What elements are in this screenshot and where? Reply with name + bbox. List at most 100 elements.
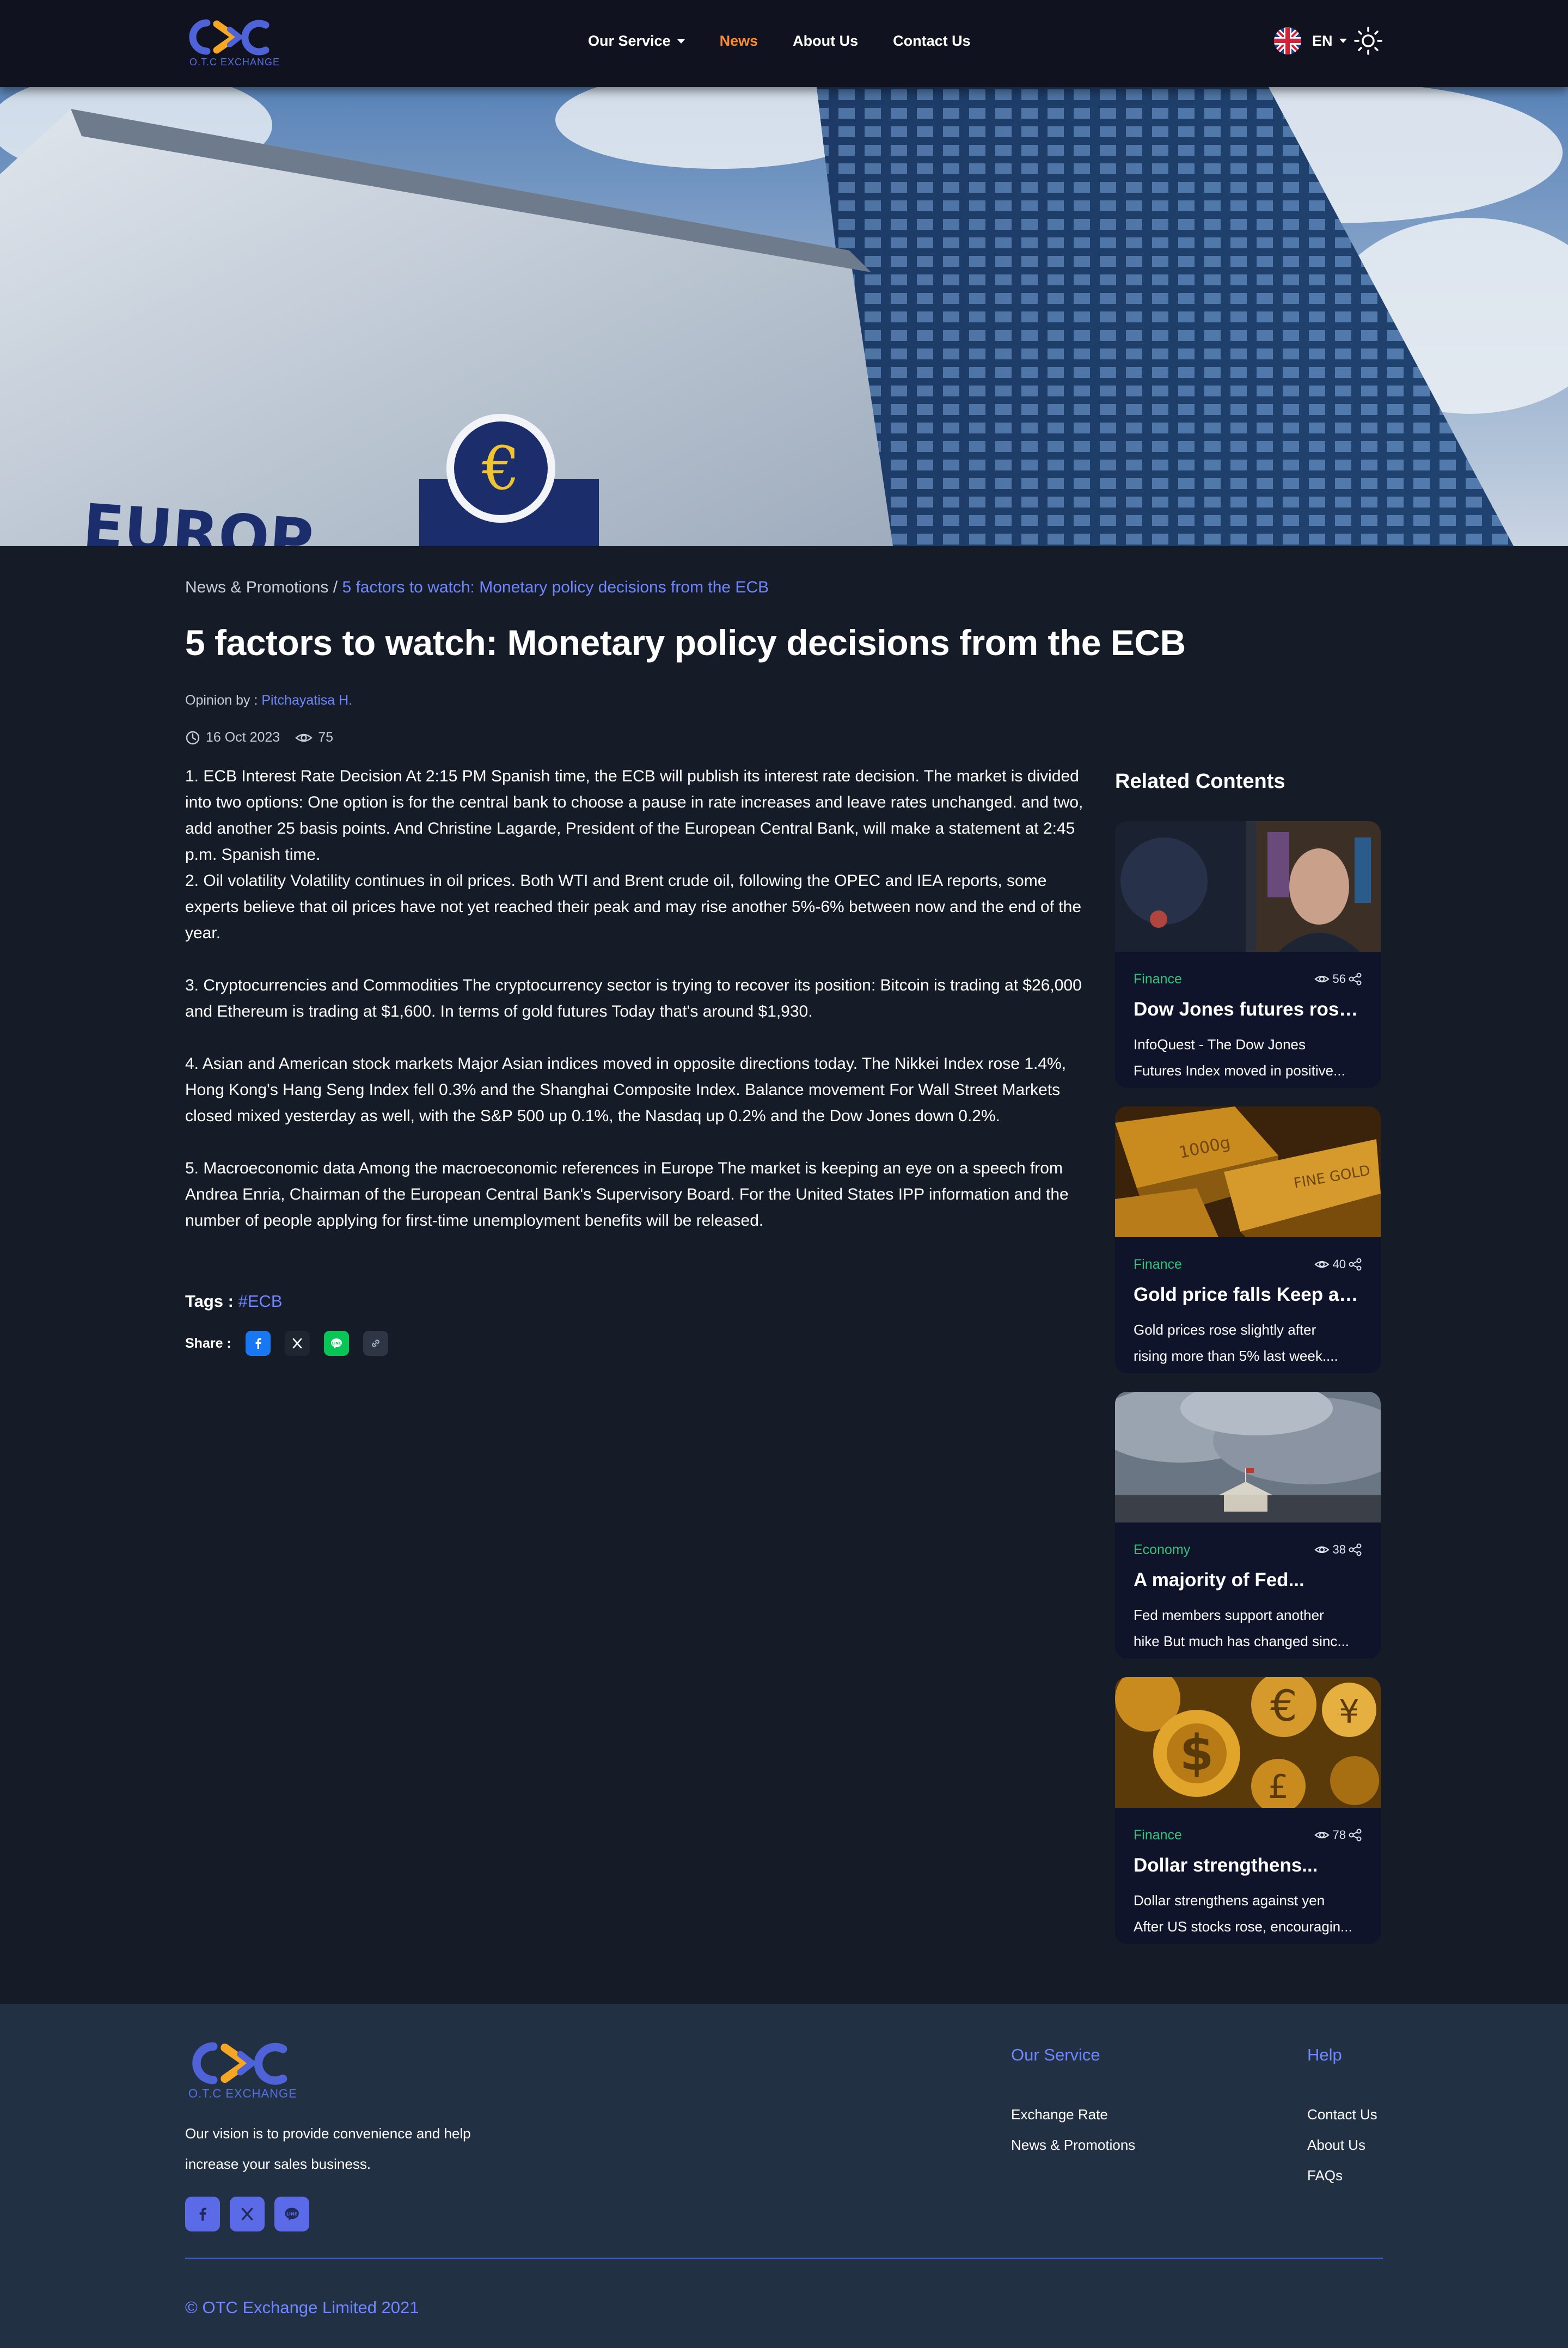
author-link[interactable]: Pitchayatisa H. [261, 693, 352, 708]
article-paragraph: 5. Macroeconomic data Among the macroeco… [185, 1159, 1069, 1230]
related-card-stats: 40 [1314, 1257, 1362, 1272]
footer-x-button[interactable] [230, 2197, 265, 2231]
site-footer: O.T.C EXCHANGE Our vision is to provide … [0, 2004, 1568, 2348]
eye-icon [1314, 1831, 1330, 1839]
related-card-desc-line: rising more than 5% last week.... [1134, 1348, 1338, 1364]
footer-col-heading: Help [1307, 2045, 1342, 2064]
related-card-category: Finance [1134, 1257, 1182, 1272]
share-icon[interactable] [1348, 972, 1362, 986]
breadcrumb-separator: / [328, 578, 342, 596]
share-line-button[interactable]: LINE [323, 1331, 349, 1356]
footer-vision-line: increase your sales business. [185, 2156, 371, 2172]
article-byline: Opinion by : Pitchayatisa H. [185, 693, 352, 708]
svg-text:LINE: LINE [286, 2211, 297, 2216]
nav-news-label: News [719, 33, 758, 49]
related-card-views: 56 [1332, 972, 1346, 986]
related-card-title: Dollar strengthens... [1134, 1855, 1318, 1876]
breadcrumb: News & Promotions / 5 factors to watch: … [185, 578, 769, 597]
footer-link-exchange-rate[interactable]: Exchange Rate [1011, 2106, 1135, 2137]
chevron-down-icon [677, 39, 685, 44]
share-x-button[interactable] [284, 1331, 310, 1356]
site-header: O.T.C EXCHANGE Our Service News About Us… [0, 0, 1568, 87]
article-date: 16 Oct 2023 [206, 730, 280, 745]
article-meta: 16 Oct 2023 75 [185, 730, 333, 745]
related-card-image [1115, 821, 1381, 952]
site-logo[interactable]: O.T.C EXCHANGE [185, 16, 279, 69]
svg-text:$: $ [1180, 1725, 1214, 1782]
footer-col-heading: Our Service [1011, 2045, 1100, 2064]
related-contents-heading: Related Contents [1115, 770, 1285, 793]
nav-contact-us[interactable]: Contact Us [893, 33, 971, 50]
language-label: EN [1312, 32, 1333, 49]
uk-flag-icon [1274, 27, 1301, 54]
article-views: 75 [318, 730, 334, 745]
x-icon [292, 1338, 302, 1349]
eye-icon [1314, 1261, 1330, 1268]
breadcrumb-current[interactable]: 5 factors to watch: Monetary policy deci… [342, 578, 769, 596]
link-icon [371, 1340, 379, 1347]
related-card-views: 40 [1332, 1257, 1346, 1271]
related-card-description: Fed members support another hike But muc… [1134, 1602, 1362, 1654]
opinion-label: Opinion by : [185, 693, 262, 708]
footer-logo[interactable]: O.T.C EXCHANGE [185, 2039, 299, 2100]
share-icon[interactable] [1348, 1257, 1362, 1271]
related-card[interactable]: $ € ¥ £ Finance 78 Dollar strengthens...… [1115, 1677, 1381, 1944]
related-card-title: A majority of Fed... [1134, 1569, 1304, 1591]
footer-link-faqs[interactable]: FAQs [1307, 2167, 1377, 2198]
related-card-desc-line: Futures Index moved in positive... [1134, 1062, 1345, 1079]
footer-link-about-us[interactable]: About Us [1307, 2137, 1377, 2167]
related-card-desc-line: Gold prices rose slightly after [1134, 1322, 1316, 1338]
related-card-image: 1000g FINE GOLD [1115, 1106, 1381, 1237]
nav-our-service[interactable]: Our Service [588, 33, 685, 50]
related-card-category: Finance [1134, 971, 1182, 987]
share-bar: Share : LINE [185, 1331, 402, 1356]
footer-col-our-service: Our Service Exchange Rate News & Promoti… [1011, 2045, 1135, 2167]
svg-text:£: £ [1268, 1768, 1289, 1806]
related-card[interactable]: 1000g FINE GOLD Finance 40 Gold price fa… [1115, 1106, 1381, 1373]
nav-contact-us-label: Contact Us [893, 33, 971, 49]
eye-icon [1314, 1546, 1330, 1554]
copy-link-button[interactable] [363, 1331, 388, 1356]
svg-text:¥: ¥ [1339, 1693, 1359, 1731]
related-card-image [1115, 1392, 1381, 1522]
related-card-title: Gold price falls Keep an... [1134, 1284, 1362, 1305]
article-paragraph: 1. ECB Interest Rate Decision At 2:15 PM… [185, 767, 1083, 864]
sun-icon[interactable] [1353, 26, 1383, 56]
article-body: 1. ECB Interest Rate Decision At 2:15 PM… [185, 763, 1094, 1234]
facebook-icon [199, 2208, 206, 2221]
footer-link-contact-us[interactable]: Contact Us [1307, 2106, 1377, 2137]
related-card[interactable]: Economy 38 A majority of Fed... Fed memb… [1115, 1392, 1381, 1659]
nav-about-us[interactable]: About Us [793, 33, 858, 50]
eye-icon [295, 733, 313, 742]
related-card-desc-line: After US stocks rose, encouragin... [1134, 1918, 1352, 1935]
article-tags: Tags : #ECB [185, 1292, 283, 1311]
breadcrumb-parent[interactable]: News & Promotions [185, 578, 328, 596]
language-selector[interactable]: EN [1274, 27, 1347, 54]
related-card-stats: 56 [1314, 971, 1362, 987]
hero-image: € EUROP [0, 87, 1568, 546]
main-nav: Our Service News About Us Contact Us [588, 33, 1006, 50]
footer-vision: Our vision is to provide convenience and… [185, 2118, 534, 2179]
facebook-icon [255, 1338, 261, 1349]
footer-link-news-promotions[interactable]: News & Promotions [1011, 2137, 1135, 2167]
footer-line-button[interactable]: LINE [274, 2197, 309, 2231]
footer-facebook-button[interactable] [185, 2197, 220, 2231]
related-card-desc-line: hike But much has changed sinc... [1134, 1633, 1350, 1649]
copyright: © OTC Exchange Limited 2021 [185, 2298, 419, 2317]
tag-link[interactable]: #ECB [238, 1292, 283, 1311]
related-card-category: Finance [1134, 1827, 1182, 1843]
related-card[interactable]: Finance 56 Dow Jones futures rose... Inf… [1115, 821, 1381, 1088]
share-icon[interactable] [1348, 1543, 1362, 1557]
federal-reserve-image [1115, 1392, 1381, 1522]
chevron-down-icon [1339, 39, 1347, 43]
share-facebook-button[interactable] [245, 1331, 271, 1356]
related-card-stats: 38 [1314, 1542, 1362, 1557]
share-label: Share : [185, 1335, 231, 1351]
gold-bars-image: 1000g FINE GOLD [1115, 1106, 1381, 1237]
article-paragraph: 4. Asian and American stock markets Majo… [185, 1055, 1067, 1125]
nav-news[interactable]: News [720, 33, 758, 50]
nav-our-service-label: Our Service [588, 33, 671, 49]
footer-social-links: LINE [185, 2197, 319, 2231]
svg-text:LINE: LINE [332, 1341, 341, 1346]
share-icon[interactable] [1348, 1828, 1362, 1842]
